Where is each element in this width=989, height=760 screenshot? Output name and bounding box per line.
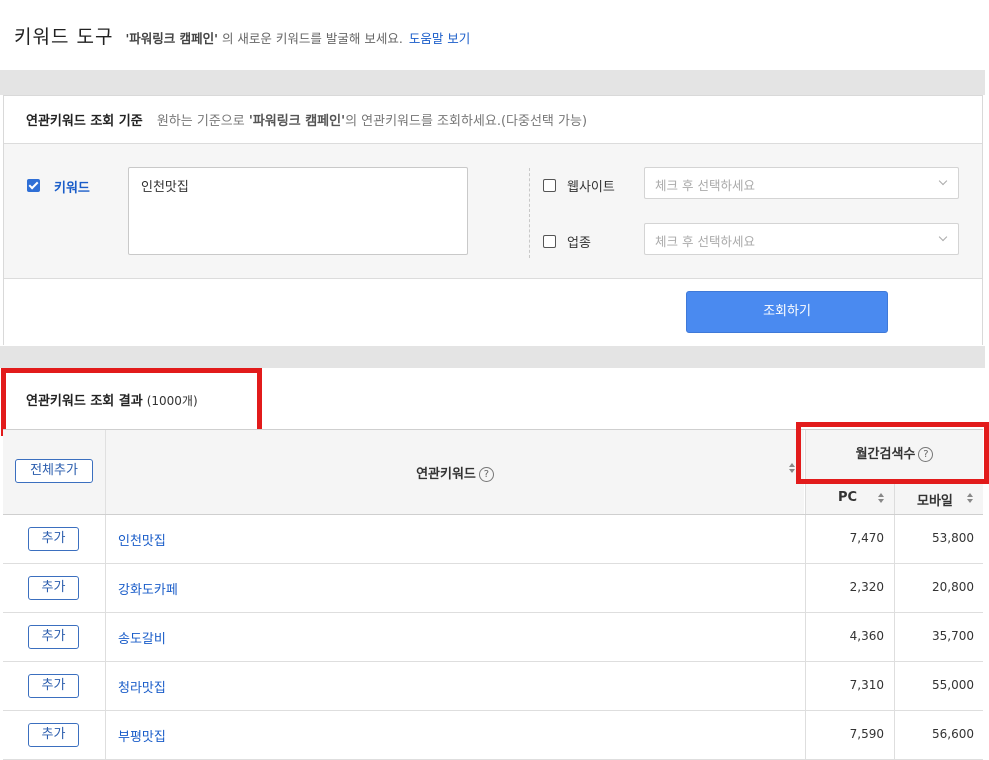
add-all-button[interactable]: 전체추가	[15, 459, 93, 483]
subtitle-text: 의 새로운 키워드를 발굴해 보세요.	[221, 31, 403, 46]
pc-column-label: PC	[838, 490, 858, 505]
keyword-link[interactable]: 인천맛집	[118, 530, 166, 549]
highlight-box-results	[1, 368, 262, 436]
page-subtitle: '파워링크 캠페인' 의 새로운 키워드를 발굴해 보세요.	[125, 28, 402, 47]
row-action-cell: 추가	[3, 564, 106, 612]
pc-count: 4,360	[805, 613, 895, 661]
table-row: 추가 인천맛집 7,470 53,800	[3, 515, 983, 564]
row-action-cell: 추가	[3, 613, 106, 661]
keyword-textarea[interactable]: 인천맛집	[128, 167, 468, 255]
criteria-footer: 조회하기	[4, 278, 982, 345]
keyword-link[interactable]: 강화도카페	[118, 579, 178, 598]
website-checkbox[interactable]	[543, 179, 556, 192]
mobile-count: 53,800	[932, 531, 974, 545]
page-title: 키워드 도구	[14, 26, 114, 48]
keyword-label: 키워드	[54, 181, 90, 196]
table-row: 추가 청라맛집 7,310 55,000	[3, 662, 983, 711]
mobile-column-label: 모바일	[917, 494, 953, 509]
keyword-link[interactable]: 송도갈비	[118, 628, 166, 647]
sort-icon[interactable]	[878, 493, 885, 504]
criteria-desc: 원하는 기준으로 '파워링크 캠페인'의 연관키워드를 조회하세요.(다중선택 …	[157, 114, 587, 129]
criteria-title-line: 연관키워드 조회 기준 원하는 기준으로 '파워링크 캠페인'의 연관키워드를 …	[26, 110, 587, 129]
header-cell-mobile[interactable]: 모바일	[895, 481, 983, 514]
pc-count: 7,470	[805, 515, 895, 563]
page-header: 키워드 도구 '파워링크 캠페인' 의 새로운 키워드를 발굴해 보세요. 도움…	[14, 22, 470, 48]
add-button[interactable]: 추가	[28, 625, 79, 649]
table-row: 추가 부평맛집 7,590 56,600	[3, 711, 983, 760]
criteria-header: 연관키워드 조회 기준 원하는 기준으로 '파워링크 캠페인'의 연관키워드를 …	[4, 96, 982, 144]
keyword-checkbox[interactable]	[27, 179, 40, 192]
keyword-column-text: 연관키워드	[416, 467, 476, 482]
industry-checkbox[interactable]	[543, 235, 556, 248]
pc-count: 2,320	[805, 564, 895, 612]
industry-select-placeholder: 체크 후 선택하세요	[655, 234, 755, 249]
keyword-link[interactable]: 부평맛집	[118, 726, 166, 745]
row-action-cell: 추가	[3, 515, 106, 563]
table-row: 추가 송도갈비 4,360 35,700	[3, 613, 983, 662]
section-divider	[0, 70, 985, 95]
sort-icon[interactable]	[789, 463, 796, 474]
highlight-box-monthly	[796, 422, 989, 484]
industry-select[interactable]: 체크 후 선택하세요	[644, 223, 959, 255]
mobile-count: 35,700	[932, 629, 974, 643]
criteria-title: 연관키워드 조회 기준	[26, 114, 143, 129]
mobile-count: 20,800	[932, 580, 974, 594]
add-button[interactable]: 추가	[28, 723, 79, 747]
keyword-column-label: 연관키워드?	[106, 463, 804, 482]
website-select[interactable]: 체크 후 선택하세요	[644, 167, 959, 199]
keyword-link[interactable]: 청라맛집	[118, 677, 166, 696]
pc-count: 7,310	[805, 662, 895, 710]
table-row: 추가 강화도카페 2,320 20,800	[3, 564, 983, 613]
mobile-count: 56,600	[932, 727, 974, 741]
chevron-down-icon	[938, 176, 948, 186]
sort-icon[interactable]	[967, 493, 974, 504]
header-cell-add-all: 전체추가	[3, 429, 106, 514]
search-button[interactable]: 조회하기	[686, 291, 888, 333]
help-icon[interactable]: ?	[478, 467, 494, 482]
criteria-separator	[529, 168, 530, 258]
criteria-panel: 연관키워드 조회 기준 원하는 기준으로 '파워링크 캠페인'의 연관키워드를 …	[3, 95, 983, 345]
add-button[interactable]: 추가	[28, 674, 79, 698]
criteria-desc-campaign: '파워링크 캠페인'	[248, 114, 346, 129]
row-action-cell: 추가	[3, 711, 106, 759]
pc-count: 7,590	[805, 711, 895, 759]
section-divider	[0, 346, 985, 368]
website-label: 웹사이트	[567, 180, 615, 195]
criteria-desc-suffix: 의 연관키워드를 조회하세요.(다중선택 가능)	[345, 114, 588, 129]
header-cell-keyword[interactable]: 연관키워드?	[106, 429, 804, 514]
mobile-count: 55,000	[932, 678, 974, 692]
add-button[interactable]: 추가	[28, 576, 79, 600]
chevron-down-icon	[938, 232, 948, 242]
header-cell-pc[interactable]: PC	[805, 481, 895, 514]
subtitle-campaign: '파워링크 캠페인'	[125, 31, 218, 46]
add-button[interactable]: 추가	[28, 527, 79, 551]
website-select-placeholder: 체크 후 선택하세요	[655, 178, 755, 193]
help-link[interactable]: 도움말 보기	[409, 28, 470, 47]
criteria-desc-prefix: 원하는 기준으로	[156, 114, 245, 129]
row-action-cell: 추가	[3, 662, 106, 710]
industry-label: 업종	[567, 236, 591, 251]
